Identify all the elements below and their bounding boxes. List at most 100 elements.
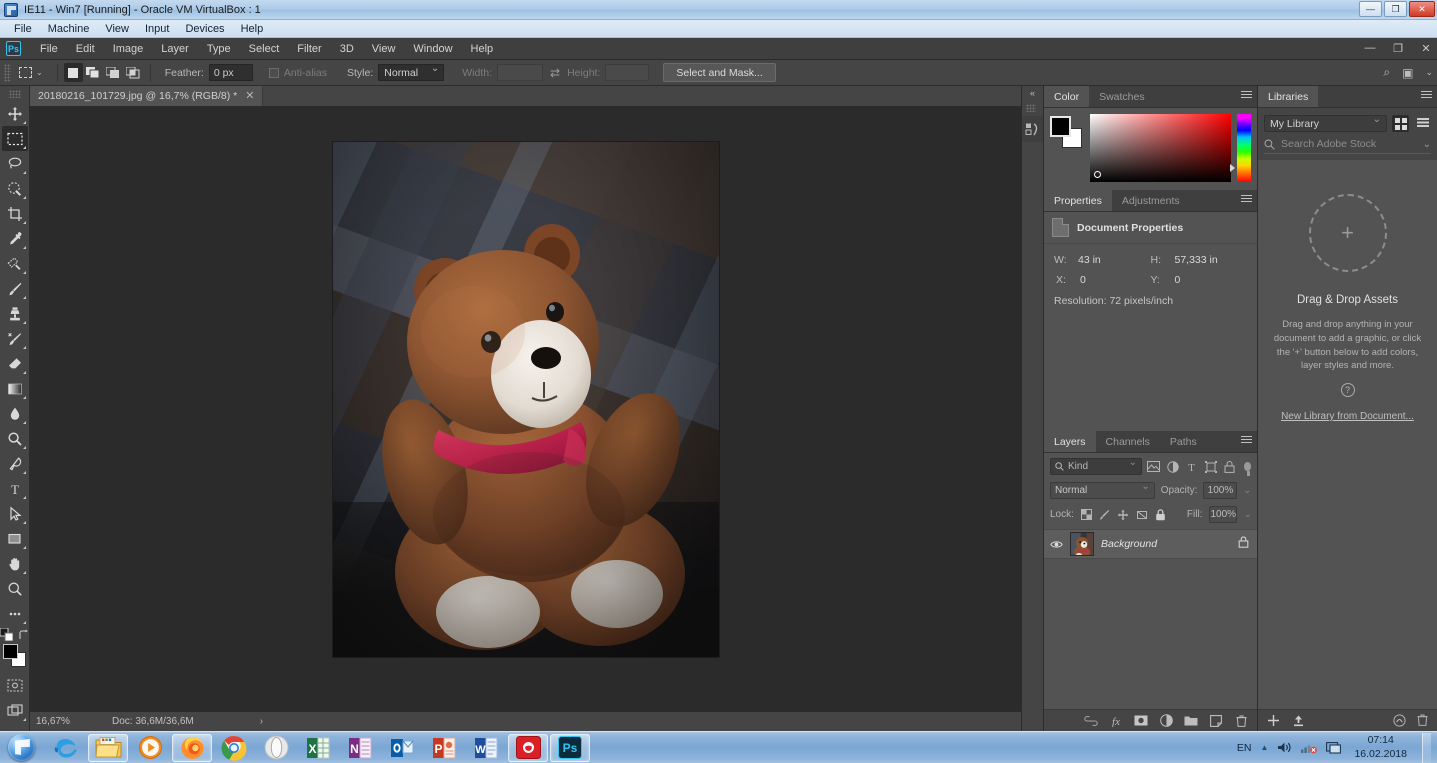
vbox-close-button[interactable]: ✕ bbox=[1409, 1, 1435, 17]
new-library-from-document-link[interactable]: New Library from Document... bbox=[1281, 411, 1414, 422]
taskbar-internet-explorer[interactable] bbox=[46, 734, 86, 762]
workspace-chevron-down-icon[interactable]: ⌄ bbox=[1425, 67, 1433, 78]
intersect-selection-button[interactable] bbox=[124, 63, 143, 82]
taskbar-word[interactable]: W bbox=[466, 734, 506, 762]
tab-swatches[interactable]: Swatches bbox=[1089, 86, 1155, 107]
drop-target-circle[interactable]: + bbox=[1308, 194, 1387, 272]
opacity-chevron-down-icon[interactable]: ⌄ bbox=[1243, 485, 1251, 496]
foreground-color-chip[interactable] bbox=[1050, 116, 1071, 137]
foreground-background-colors[interactable] bbox=[2, 643, 28, 669]
tab-adjustments[interactable]: Adjustments bbox=[1112, 190, 1190, 211]
list-view-button[interactable] bbox=[1414, 115, 1431, 132]
tab-libraries[interactable]: Libraries bbox=[1258, 86, 1319, 107]
document-image[interactable] bbox=[332, 141, 719, 657]
ps-menu-3d[interactable]: 3D bbox=[331, 40, 363, 58]
adobe-stock-search-input[interactable]: Search Adobe Stock bbox=[1281, 138, 1417, 150]
ps-menu-view[interactable]: View bbox=[363, 40, 405, 58]
vbox-menu-machine[interactable]: Machine bbox=[40, 22, 98, 36]
expand-panels-icon[interactable]: « bbox=[1030, 88, 1035, 98]
vbox-restore-button[interactable]: ❐ bbox=[1384, 1, 1407, 17]
ps-menu-type[interactable]: Type bbox=[198, 40, 240, 58]
layer-row-background[interactable]: Background bbox=[1044, 529, 1257, 559]
search-chevron-down-icon[interactable]: ⌄ bbox=[1423, 139, 1431, 150]
options-bar-grip[interactable] bbox=[4, 63, 11, 82]
height-field[interactable]: H: 57,333 in bbox=[1151, 254, 1248, 266]
layers-panel-menu-icon[interactable] bbox=[1241, 436, 1252, 445]
sidebar-item-hand-tool[interactable] bbox=[2, 551, 28, 576]
foreground-color-swatch[interactable] bbox=[2, 644, 18, 659]
sidebar-item-history-brush-tool[interactable] bbox=[2, 326, 28, 351]
toolbox-grip[interactable] bbox=[8, 90, 21, 98]
sidebar-item-lasso-tool[interactable] bbox=[2, 151, 28, 176]
library-select[interactable]: My Library bbox=[1264, 114, 1387, 132]
start-button[interactable] bbox=[0, 733, 42, 763]
ps-minimize-button[interactable]: — bbox=[1363, 42, 1377, 55]
lock-image-pixels-icon[interactable] bbox=[1099, 508, 1110, 521]
width-input[interactable] bbox=[497, 64, 544, 81]
adobe-stock-search[interactable]: Search Adobe Stock ⌄ bbox=[1264, 138, 1431, 154]
sidebar-item-type-tool[interactable]: T bbox=[2, 476, 28, 501]
tab-layers[interactable]: Layers bbox=[1044, 431, 1096, 452]
fill-value[interactable]: 100% bbox=[1209, 506, 1238, 523]
x-field[interactable]: X: 0 bbox=[1054, 274, 1151, 286]
style-select[interactable]: Normal bbox=[378, 63, 445, 81]
lock-artboard-nesting-icon[interactable] bbox=[1136, 508, 1148, 521]
sidebar-item-brush-tool[interactable] bbox=[2, 276, 28, 301]
vbox-menu-devices[interactable]: Devices bbox=[177, 22, 232, 36]
network-icon[interactable] bbox=[1301, 741, 1318, 754]
vbox-menu-file[interactable]: File bbox=[6, 22, 40, 36]
sidebar-item-zoom-tool[interactable] bbox=[2, 576, 28, 601]
sidebar-item-quick-selection-tool[interactable] bbox=[2, 176, 28, 201]
layer-thumbnail[interactable] bbox=[1070, 532, 1094, 556]
taskbar-creative-cloud[interactable] bbox=[508, 733, 548, 762]
taskbar-excel[interactable]: X bbox=[298, 734, 338, 762]
sidebar-item-pen-tool[interactable] bbox=[2, 451, 28, 476]
taskbar-opera[interactable] bbox=[256, 734, 296, 762]
feather-input[interactable]: 0 px bbox=[208, 64, 253, 81]
show-desktop-button[interactable] bbox=[1422, 732, 1431, 763]
layer-filter-kind-select[interactable]: Kind bbox=[1050, 457, 1142, 475]
creative-cloud-icon[interactable] bbox=[1393, 714, 1406, 727]
sidebar-item-rectangle-tool[interactable] bbox=[2, 526, 28, 551]
help-icon[interactable]: ? bbox=[1340, 383, 1355, 398]
tray-language[interactable]: EN bbox=[1237, 742, 1252, 754]
default-colors-icon[interactable] bbox=[0, 628, 13, 641]
taskbar-clock[interactable]: 07:14 16.02.2018 bbox=[1354, 734, 1407, 760]
ps-menu-select[interactable]: Select bbox=[240, 40, 289, 58]
y-field[interactable]: Y: 0 bbox=[1151, 274, 1248, 286]
current-tool-icon[interactable] bbox=[14, 63, 36, 83]
sidebar-item-dodge-tool[interactable] bbox=[2, 426, 28, 451]
layer-name[interactable]: Background bbox=[1101, 538, 1231, 550]
add-to-selection-button[interactable] bbox=[84, 63, 103, 82]
taskbar-windows-media-player[interactable] bbox=[130, 734, 170, 762]
tool-preset-chevron-down-icon[interactable]: ⌄ bbox=[36, 68, 43, 77]
sidebar-item-rectangular-marquee-tool[interactable] bbox=[1, 126, 28, 151]
tab-channels[interactable]: Channels bbox=[1096, 431, 1160, 452]
color-panel-menu-icon[interactable] bbox=[1241, 91, 1252, 100]
select-and-mask-button[interactable]: Select and Mask... bbox=[663, 63, 776, 82]
ps-menu-filter[interactable]: Filter bbox=[288, 40, 330, 58]
delete-layer-trash-icon[interactable] bbox=[1234, 714, 1248, 728]
add-icon[interactable] bbox=[1267, 714, 1280, 727]
new-adjustment-layer-icon[interactable] bbox=[1159, 714, 1173, 728]
vbox-menu-help[interactable]: Help bbox=[233, 22, 272, 36]
mini-dock-grip[interactable] bbox=[1026, 104, 1036, 112]
libraries-panel-menu-icon[interactable] bbox=[1421, 91, 1432, 100]
sidebar-item-edit-toolbar[interactable] bbox=[2, 601, 28, 626]
ps-restore-button[interactable]: ❐ bbox=[1391, 42, 1405, 55]
swap-width-height-icon[interactable]: ⇄ bbox=[550, 66, 560, 80]
properties-panel-menu-icon[interactable] bbox=[1241, 195, 1252, 204]
layer-style-fx-icon[interactable]: fx bbox=[1109, 714, 1123, 728]
new-layer-icon[interactable] bbox=[1209, 714, 1223, 728]
sidebar-item-clone-stamp-tool[interactable] bbox=[2, 301, 28, 326]
tab-paths[interactable]: Paths bbox=[1160, 431, 1207, 452]
upload-icon[interactable] bbox=[1292, 714, 1305, 727]
fill-chevron-down-icon[interactable]: ⌄ bbox=[1244, 509, 1252, 520]
blend-mode-select[interactable]: Normal bbox=[1050, 481, 1155, 499]
height-input[interactable] bbox=[605, 64, 650, 81]
sidebar-item-move-tool[interactable] bbox=[2, 101, 28, 126]
action-center-icon[interactable] bbox=[1326, 741, 1342, 754]
lock-transparent-pixels-icon[interactable] bbox=[1080, 508, 1092, 521]
volume-icon[interactable] bbox=[1277, 741, 1292, 754]
sidebar-item-spot-healing-brush-tool[interactable] bbox=[2, 251, 28, 276]
